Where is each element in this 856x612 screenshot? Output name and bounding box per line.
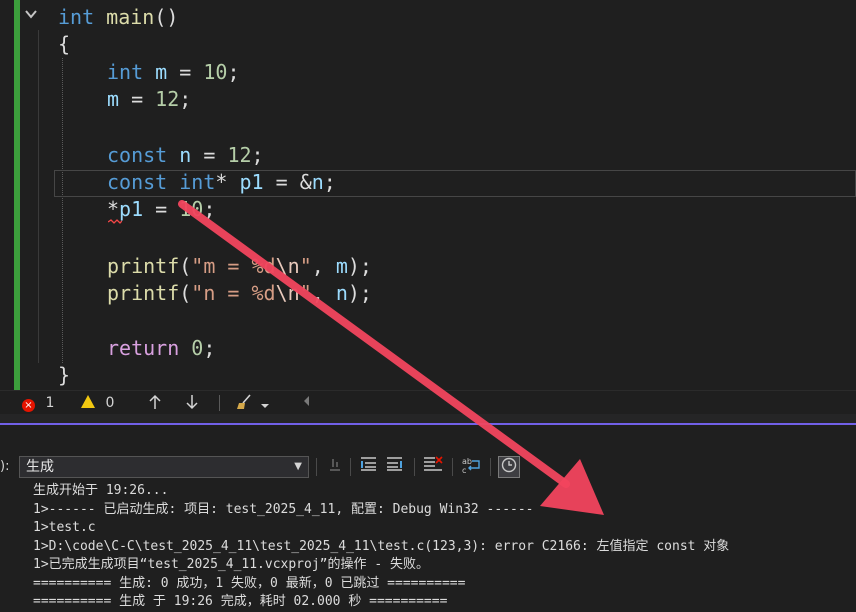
output-toolbar: ): 生成 ▼ ab c <box>0 453 856 481</box>
toggle-timestamp-button[interactable] <box>498 456 520 478</box>
code-line-decl-p1[interactable]: const int* p1 = &n; <box>107 169 336 196</box>
word-wrap-icon: abc <box>462 457 480 475</box>
divider <box>490 458 491 476</box>
divider <box>452 458 453 476</box>
editor-status-bar: × 1 0 <box>0 390 856 415</box>
code-cleanup-button[interactable] <box>236 394 270 412</box>
code-line-signature[interactable]: int main() <box>58 4 178 31</box>
divider <box>414 458 415 476</box>
code-line-open-brace[interactable]: { <box>58 31 70 58</box>
indent-guide <box>38 30 39 363</box>
toggle-word-wrap-button[interactable]: ab c <box>460 456 482 478</box>
output-line: 1>D:\code\C-C\test_2025_4_11\test_2025_4… <box>33 538 730 554</box>
divider <box>219 395 220 411</box>
error-count-value: 1 <box>45 395 55 411</box>
output-line: ========== 生成: 0 成功，1 失败，0 最新，0 已跳过 ====… <box>33 575 466 591</box>
next-issue-button[interactable] <box>185 394 199 412</box>
clock-icon <box>501 457 517 473</box>
code-editor[interactable]: int main() { int m = 10; m = 12; const n… <box>0 0 856 390</box>
find-message-button[interactable] <box>324 456 346 478</box>
output-line: 1>已完成生成项目“test_2025_4_11.vcxproj”的操作 - 失… <box>33 557 429 572</box>
svg-text:ab: ab <box>462 457 472 466</box>
output-line: 1>test.c <box>33 520 96 535</box>
divider <box>316 458 317 476</box>
go-to-next-message-button[interactable] <box>384 456 406 478</box>
arrow-up-icon <box>149 394 161 409</box>
go-to-previous-message-button[interactable] <box>358 456 380 478</box>
broom-icon <box>237 394 251 409</box>
clear-all-button[interactable] <box>422 456 444 478</box>
error-count[interactable]: × 1 <box>22 394 54 412</box>
chevron-down-icon[interactable] <box>24 7 42 27</box>
warning-count[interactable]: 0 <box>81 394 114 412</box>
output-text[interactable]: 生成开始于 19:26... 1>------ 已启动生成: 项目: test_… <box>0 481 856 609</box>
arrow-down-icon <box>186 395 198 410</box>
output-line: 生成开始于 19:26... <box>33 483 169 498</box>
indent-guide <box>62 58 63 363</box>
code-line-close-brace[interactable]: } <box>58 362 70 389</box>
scroll-left-button[interactable] <box>302 394 310 412</box>
next-message-icon <box>387 457 402 471</box>
svg-text:c: c <box>462 466 466 474</box>
code-line-decl-n[interactable]: const n = 12; <box>107 142 264 169</box>
warning-count-value: 0 <box>105 395 115 411</box>
output-line: 1>------ 已启动生成: 项目: test_2025_4_11, 配置: … <box>33 501 534 517</box>
previous-message-icon <box>361 457 376 471</box>
output-line: ========== 生成 于 19:26 完成，耗时 02.000 秒 ===… <box>33 594 448 609</box>
error-icon: × <box>22 399 35 412</box>
output-source-select[interactable]: 生成 ▼ <box>19 456 309 478</box>
code-line-return[interactable]: return 0; <box>107 335 215 362</box>
warning-icon <box>81 395 95 408</box>
caret-down-icon <box>261 404 270 408</box>
output-source-value: 生成 <box>26 459 54 475</box>
clear-all-icon <box>424 456 443 471</box>
previous-issue-button[interactable] <box>148 394 162 412</box>
change-tracking-bar <box>14 0 20 390</box>
caret-down-icon: ▼ <box>294 461 302 472</box>
code-line-decl-m[interactable]: int m = 10; <box>107 59 239 86</box>
error-squiggle <box>108 219 122 224</box>
code-line-printf-n[interactable]: printf("n = %d\n", n); <box>107 280 372 307</box>
output-panel-header <box>0 425 856 453</box>
code-line-assign-m[interactable]: m = 12; <box>107 86 191 113</box>
divider <box>350 458 351 476</box>
show-output-from-label: ): <box>0 459 10 474</box>
code-line-assign-p1[interactable]: *p1 = 10; <box>107 196 215 223</box>
caret-left-icon <box>304 396 309 406</box>
find-icon <box>330 459 340 471</box>
code-line-printf-m[interactable]: printf("m = %d\n", m); <box>107 253 372 280</box>
